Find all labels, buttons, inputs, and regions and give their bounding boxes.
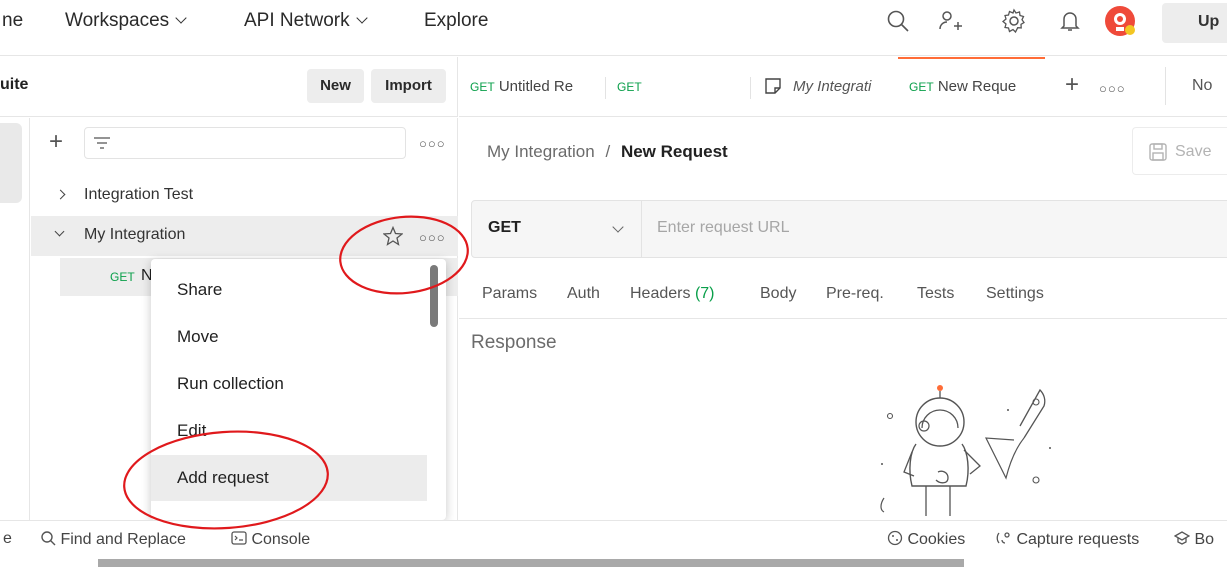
tab-new-request[interactable]: GET New Reque (898, 57, 1045, 116)
tab-tests[interactable]: Tests (917, 285, 954, 303)
nav-api-network[interactable]: API Network (244, 10, 368, 32)
bootcamp-button[interactable]: Bo (1173, 530, 1215, 549)
cookies-label: Cookies (907, 531, 966, 548)
capture-requests-button[interactable]: Capture requests (996, 530, 1139, 549)
tab-method: GET (617, 80, 642, 94)
tab-settings[interactable]: Settings (986, 285, 1044, 303)
url-input[interactable]: Enter request URL (657, 219, 790, 237)
tab-title: New Reque (937, 78, 1017, 95)
breadcrumb: My Integration / New Request (487, 142, 728, 162)
collection-name: My Integration (84, 226, 186, 243)
environment-selector[interactable]: No (1192, 77, 1212, 95)
search-icon[interactable] (885, 8, 911, 34)
search-icon (41, 531, 56, 546)
sidebar-rail (0, 118, 30, 520)
chevron-down-icon (612, 221, 624, 233)
settings-gear-icon[interactable] (1001, 8, 1027, 34)
status-left-fragment[interactable]: e (3, 530, 12, 548)
tab-separator (1165, 67, 1166, 105)
breadcrumb-current: New Request (620, 142, 728, 161)
method-select[interactable]: GET (472, 201, 642, 257)
nav-workspaces-label: Workspaces (65, 10, 170, 31)
tab-params[interactable]: Params (482, 285, 537, 303)
headers-label: Headers (630, 285, 691, 302)
sidebar-header: uite New Import (0, 57, 458, 117)
collection-item[interactable]: Integration Test (31, 176, 458, 216)
tab-title: Untitled Re (498, 78, 574, 95)
save-label: Save (1175, 143, 1212, 160)
tab-bar: GET Untitled Re GET My Integrati GET New… (459, 57, 1227, 117)
user-avatar-icon[interactable] (1103, 4, 1137, 38)
tab-body[interactable]: Body (760, 285, 796, 303)
save-icon (1149, 143, 1167, 161)
menu-item-share[interactable]: Share (151, 267, 427, 313)
nav-workspaces[interactable]: Workspaces (65, 10, 187, 32)
top-nav: ne Workspaces API Network Explore Up (0, 0, 1227, 56)
notifications-bell-icon[interactable] (1057, 8, 1083, 34)
find-replace-button[interactable]: Find and Replace (40, 530, 186, 549)
menu-item-edit[interactable]: Edit (151, 408, 427, 454)
nav-explore[interactable]: Explore (424, 10, 488, 32)
tab-prereq[interactable]: Pre-req. (826, 285, 884, 303)
invite-user-icon[interactable] (937, 8, 963, 34)
tab-title: My Integrati (793, 78, 872, 95)
collection-item-selected[interactable]: My Integration ○○○ (31, 216, 458, 256)
collection-name: Integration Test (84, 186, 194, 203)
bootcamp-label: Bo (1194, 531, 1215, 548)
console-button[interactable]: Console (231, 530, 310, 549)
chevron-down-icon (54, 226, 65, 237)
upgrade-button[interactable]: Up (1162, 3, 1227, 43)
url-bar: GET Enter request URL (471, 200, 1227, 258)
import-button[interactable]: Import (371, 69, 446, 103)
console-icon (231, 531, 247, 545)
cookie-icon (887, 530, 903, 546)
tab-my-integration[interactable]: My Integrati (751, 57, 897, 116)
more-options-icon[interactable]: ○○○ (419, 136, 446, 151)
tab-auth[interactable]: Auth (567, 285, 600, 303)
breadcrumb-parent[interactable]: My Integration (487, 142, 595, 161)
save-button[interactable]: Save (1132, 127, 1227, 175)
collection-more-icon[interactable]: ○○○ (419, 230, 446, 245)
workspace-name: uite (0, 76, 29, 93)
tab-method: GET (909, 80, 934, 94)
astronaut-illustration-icon (880, 385, 1051, 516)
horizontal-scrollbar[interactable] (98, 559, 964, 567)
star-icon[interactable] (383, 226, 403, 246)
breadcrumb-separator: / (605, 142, 611, 161)
method-value: GET (488, 219, 521, 236)
console-label: Console (251, 531, 311, 548)
status-bar: e Find and Replace Console Cookies Captu… (0, 520, 1227, 558)
chevron-down-icon (175, 12, 187, 24)
menu-item-move[interactable]: Move (151, 314, 427, 360)
nav-api-network-label: API Network (244, 10, 350, 31)
tab-untitled-request[interactable]: GET Untitled Re (459, 57, 604, 116)
method-badge: GET (110, 270, 135, 284)
tab-headers[interactable]: Headers (7) (630, 285, 715, 303)
response-heading: Response (471, 332, 557, 353)
menu-item-run-collection[interactable]: Run collection (151, 361, 427, 407)
nav-home[interactable]: ne (2, 10, 23, 32)
rail-active-item[interactable] (0, 123, 22, 203)
headers-count: (7) (694, 285, 715, 302)
chevron-down-icon (355, 12, 368, 24)
tab-get-request[interactable]: GET (606, 57, 749, 116)
capture-requests-label: Capture requests (1016, 531, 1140, 548)
chevron-right-icon (55, 189, 66, 200)
satellite-icon (996, 532, 1010, 544)
filter-icon (94, 137, 110, 149)
tab-method: GET (470, 80, 495, 94)
context-menu: Share Move Run collection Edit Add reque… (151, 259, 446, 520)
cookies-button[interactable]: Cookies (887, 530, 965, 549)
add-collection-button[interactable]: + (49, 128, 63, 156)
bootcamp-cap-icon (1173, 531, 1191, 545)
menu-scrollbar[interactable] (430, 265, 438, 327)
filter-input[interactable] (84, 127, 406, 159)
request-tabs: Params Auth Headers (7) Body Pre-req. Te… (459, 270, 1227, 319)
new-tab-plus-icon[interactable]: + (1065, 71, 1079, 99)
collection-doc-icon (765, 78, 781, 94)
tabs-more-icon[interactable]: ○○○ (1099, 81, 1126, 96)
menu-item-add-request[interactable]: Add request (151, 455, 427, 501)
find-replace-label: Find and Replace (60, 531, 186, 548)
new-button[interactable]: New (307, 69, 364, 103)
